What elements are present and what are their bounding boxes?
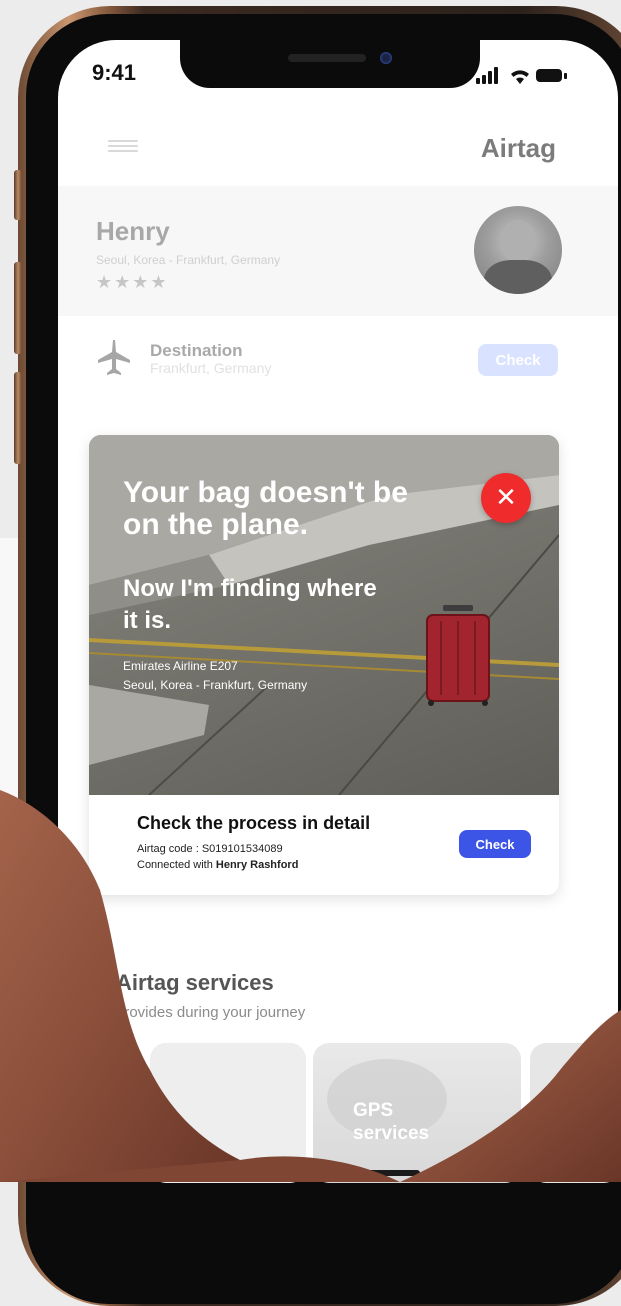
holding-hand (0, 790, 621, 1182)
